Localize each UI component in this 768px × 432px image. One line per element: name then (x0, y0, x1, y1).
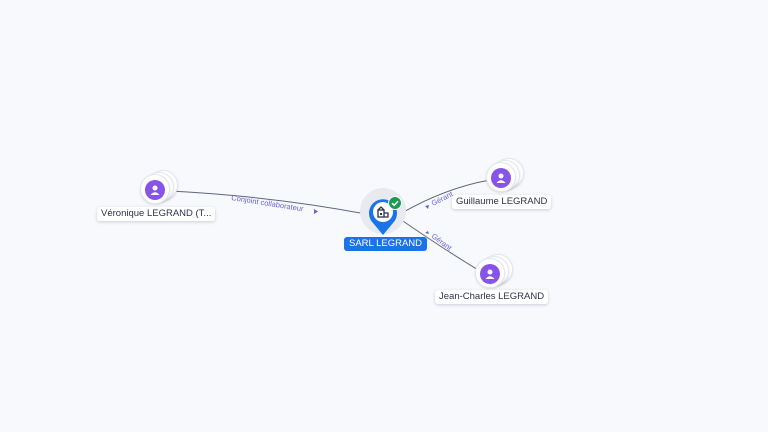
person-node-jean-charles[interactable] (475, 254, 513, 288)
person-label-jean-charles[interactable]: Jean-Charles LEGRAND (435, 290, 549, 304)
relationship-graph: Conjoint collaborateur Gérant Gérant Vér… (0, 0, 768, 432)
check-badge-icon (388, 196, 402, 210)
person-icon (145, 180, 165, 200)
person-label-veronique[interactable]: Véronique LEGRAND (T... (97, 207, 216, 221)
person-icon (491, 168, 511, 188)
company-label[interactable]: SARL LEGRAND (344, 237, 428, 251)
person-label-guillaume[interactable]: Guillaume LEGRAND (452, 195, 552, 209)
edge-label-conjoint-collaborateur: Conjoint collaborateur (231, 193, 305, 213)
edge-arrow-gerant-guillaume (425, 205, 429, 209)
edge-arrow-gerant-jean-charles (425, 231, 429, 234)
edge-arrow-conjoint (314, 209, 318, 214)
person-node-guillaume[interactable] (486, 158, 524, 192)
person-node-veronique[interactable] (140, 170, 178, 204)
person-icon (480, 264, 500, 284)
